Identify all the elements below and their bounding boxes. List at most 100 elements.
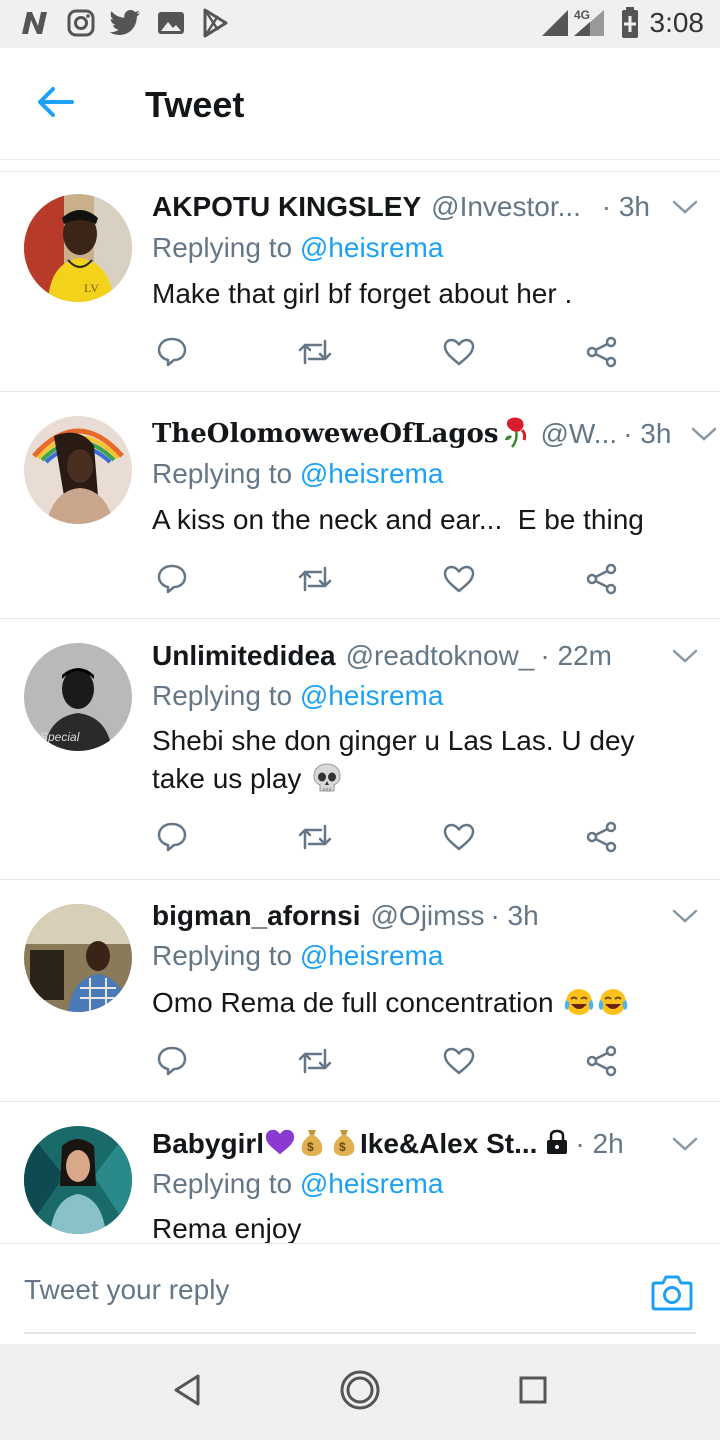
nav-home-button[interactable] [330,1362,390,1422]
money-bag-emoji: $ [296,1126,328,1163]
share-icon[interactable] [582,332,622,372]
arrow-left-icon [36,85,76,124]
tweet-text-span: Omo Rema de full concentration [152,987,554,1018]
tweet-item[interactable]: -Special Unlimitedidea @readtoknow_ · 22… [0,619,720,880]
nav-back-button[interactable] [157,1362,217,1422]
mention-link[interactable]: @heisrema [300,680,444,711]
heart-icon[interactable] [439,559,479,599]
tweet-item[interactable]: TheOlomoweweOfLagos @W... · 3h Replying … [0,392,720,619]
divider [0,160,720,172]
author-name[interactable]: Babygirl [152,1128,264,1160]
notification-icons [18,8,230,38]
chevron-down-icon[interactable] [691,419,717,449]
tweet-time: · 22m [540,640,612,671]
home-circle-icon [339,1369,381,1416]
page-title: Tweet [145,84,245,125]
battery-icon [620,6,640,40]
tweet-text-line: Shebi she don ginger u Las Las. U dey [152,725,635,756]
share-icon[interactable] [582,559,622,599]
chevron-down-icon[interactable] [670,192,700,222]
replying-to: Replying to @heisrema [152,680,443,712]
share-icon[interactable] [582,817,622,857]
lock-icon [545,1129,569,1160]
clock: 3:08 [649,7,705,38]
retweet-icon[interactable] [295,1041,335,1081]
back-button[interactable] [30,82,82,126]
avatar[interactable]: -Special [24,643,132,751]
author-name[interactable]: Unlimitedidea [152,640,336,672]
author-name-suffix[interactable]: Ike&Alex St... [360,1128,537,1160]
mention-link[interactable]: @heisrema [300,232,444,263]
tears-of-joy-emoji [563,986,595,1018]
avatar[interactable] [24,416,132,524]
retweet-icon[interactable] [295,559,335,599]
tweet-text: Rema enjoy [152,1213,302,1243]
author-name[interactable]: AKPOTU KINGSLEY [152,191,421,223]
reply-icon[interactable] [152,1041,192,1081]
heart-icon[interactable] [439,1041,479,1081]
tweet-time: · 3h [623,418,672,449]
tweet-header: Unlimitedidea @readtoknow_ · 22m [152,636,700,676]
chevron-down-icon[interactable] [670,901,700,931]
money-bag-emoji: $ [328,1126,360,1163]
camera-button[interactable] [650,1272,694,1316]
instagram-icon [66,8,96,38]
svg-text:$: $ [307,1140,314,1154]
replying-to: Replying to @heisrema [152,940,443,972]
svg-text:LV: LV [84,281,99,295]
system-nav-bar [0,1344,720,1440]
status-bar: 4G 3:08 [0,0,720,48]
tweet-text: A kiss on the neck and ear... E be thing [152,504,644,535]
author-handle[interactable]: @W... [540,418,617,450]
chevron-down-icon[interactable] [670,1129,700,1159]
tweet-item[interactable]: Babygirl $ $ Ike&Alex St... · 2h Replyin… [0,1102,720,1243]
tweet-text: Make that girl bf forget about her . [152,278,573,309]
input-underline [24,1332,696,1334]
mention-link[interactable]: @heisrema [300,1168,444,1199]
gallery-icon [156,9,186,37]
tweet-time: · 3h [490,900,539,931]
reply-composer [0,1243,720,1344]
retweet-icon[interactable] [295,332,335,372]
purple-heart-emoji [264,1127,296,1162]
author-handle[interactable]: @Investor... [431,191,581,223]
tweet-text: Omo Rema de full concentration [152,984,692,1022]
author-handle[interactable]: @readtoknow_ [346,640,535,672]
signal-icon: 4G [540,6,610,40]
avatar[interactable]: LV [24,194,132,302]
replying-label: Replying to [152,1168,300,1199]
reply-icon[interactable] [152,559,192,599]
reply-input[interactable] [24,1274,624,1306]
nav-recents-button[interactable] [503,1362,563,1422]
avatar[interactable] [24,904,132,1012]
heart-icon[interactable] [439,332,479,372]
tweet-header: TheOlomoweweOfLagos @W... · 3h [152,414,717,454]
play-store-icon [200,8,230,38]
share-icon[interactable] [582,1041,622,1081]
mention-link[interactable]: @heisrema [300,940,444,971]
system-status: 4G 3:08 [540,6,705,40]
heart-icon[interactable] [439,817,479,857]
tears-of-joy-emoji [597,986,629,1018]
tweet-item[interactable]: LV AKPOTU KINGSLEY @Investor... · 3h Rep… [0,172,720,392]
tweet-text-span: take us play [152,763,302,794]
tweet-time: · 2h [575,1128,624,1159]
author-name[interactable]: TheOlomoweweOfLagos [152,419,498,449]
svg-text:-Special: -Special [36,730,80,744]
mention-link[interactable]: @heisrema [300,458,444,489]
tweet-item[interactable]: bigman_afornsi @Ojimss · 3h Replying to … [0,880,720,1102]
retweet-icon[interactable] [295,817,335,857]
reply-icon[interactable] [152,332,192,372]
chevron-down-icon[interactable] [670,641,700,671]
tweet-time: · 3h [601,191,650,222]
author-handle[interactable]: @Ojimss [370,900,484,932]
reply-icon[interactable] [152,817,192,857]
skull-emoji [311,762,343,794]
n-logo-icon [18,8,52,38]
app-header: Tweet [0,48,720,160]
author-name[interactable]: bigman_afornsi [152,900,360,932]
avatar[interactable] [24,1126,132,1234]
svg-text:4G: 4G [574,8,590,22]
recents-square-icon [518,1375,548,1410]
replying-label: Replying to [152,680,300,711]
